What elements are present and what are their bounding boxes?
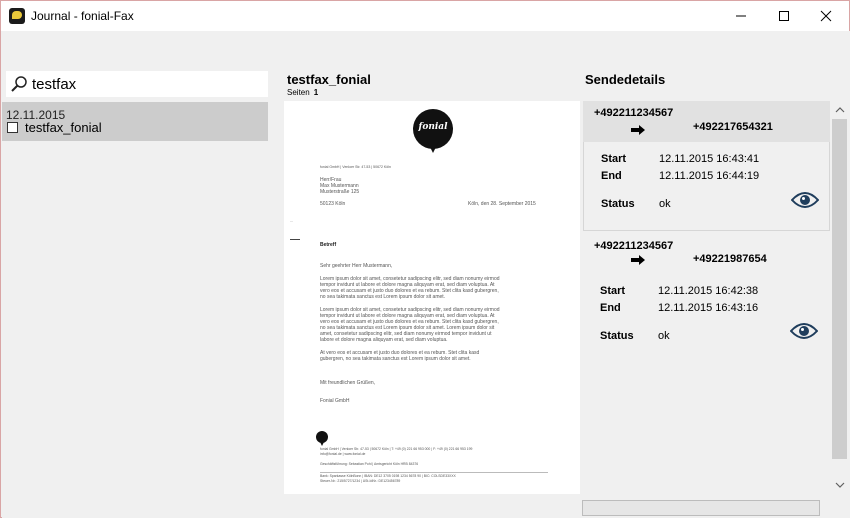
start-label: Start [600, 285, 626, 297]
letter-closing: Mit freundlichen Grüßen, [320, 380, 376, 386]
minimize-button[interactable] [718, 1, 764, 31]
scrollbar-thumb[interactable] [832, 119, 847, 459]
arrow-right-icon [631, 125, 645, 135]
para3-line-2: gubergren, no sea takimata sanctus est L… [320, 356, 471, 362]
fold-mark-label: — [290, 219, 293, 223]
end-label: End [601, 170, 622, 182]
end-label: End [600, 302, 621, 314]
minimize-icon [736, 15, 746, 17]
pages-label: Seiten [287, 88, 310, 97]
search-box[interactable] [6, 71, 268, 97]
fonial-logo-icon: fonial [413, 109, 453, 153]
send-entry-header: +492211234567 +49221987654 [583, 234, 830, 275]
footer-line-1: fonial GmbH | Venloer Str. 47-53 | 50672… [320, 447, 473, 451]
from-number: +492211234567 [594, 107, 674, 119]
app-window: Journal - fonial-Fax 12.11.2015 testfax_… [0, 0, 850, 518]
recipient-line-3: Musterstraße 125 [320, 189, 360, 195]
status-value: ok [659, 198, 671, 210]
send-entry[interactable]: +492211234567 +492217654321 Start 12.11.… [583, 101, 830, 231]
para1-line-4: no sea takimata sanctus est Lorem ipsum … [320, 294, 446, 300]
start-value: 12.11.2015 16:42:38 [658, 285, 759, 297]
status-value: ok [658, 330, 670, 342]
scroll-down-icon[interactable] [835, 481, 845, 489]
document-pages: Seiten 1 [287, 88, 318, 97]
send-entry-header: +492211234567 +492217654321 [583, 101, 830, 142]
start-value: 12.11.2015 16:43:41 [659, 153, 760, 165]
end-value: 12.11.2015 16:43:16 [658, 302, 759, 314]
from-number: +492211234567 [594, 240, 674, 252]
letter-subject: Betreff [320, 242, 337, 248]
document-preview[interactable]: fonial fonial GmbH | Venloer Str. 47-53 … [284, 101, 580, 494]
eye-icon[interactable] [790, 321, 818, 341]
logo-text: fonial [418, 122, 448, 132]
document-title: testfax_fonial [287, 72, 371, 87]
journal-item-name: testfax_fonial [25, 120, 102, 135]
footer-line-5: Steuer-Nr.: 215/5727/1234 | USt-IdNr.: D… [320, 479, 401, 483]
fonial-pin-icon [316, 431, 328, 446]
search-icon [11, 76, 27, 92]
status-label: Status [601, 198, 635, 210]
close-button[interactable] [803, 1, 849, 31]
main-content: 12.11.2015 testfax_fonial testfax_fonial… [2, 31, 850, 518]
search-input[interactable] [32, 73, 262, 95]
fold-mark [290, 239, 300, 240]
letter-greeting: Sehr geehrter Herr Mustermann, [320, 263, 393, 269]
eye-icon[interactable] [791, 190, 819, 210]
maximize-icon [779, 11, 789, 21]
footer-divider [320, 472, 548, 473]
scrollbar-track [585, 503, 817, 513]
close-icon [820, 10, 832, 22]
to-number: +492217654321 [693, 121, 773, 133]
to-number: +49221987654 [693, 253, 767, 265]
footer-line-3: Geschäftsführung: Sebastian Pohl | Amtsg… [320, 462, 419, 466]
end-value: 12.11.2015 16:44:19 [659, 170, 760, 182]
recipient-city: 50123 Köln [320, 201, 346, 207]
details-horizontal-scrollbar[interactable] [582, 500, 820, 516]
letter-signature: Fonial GmbH [320, 398, 350, 404]
footer-line-4: Bank: Sparkasse KölnBonn | IBAN: DE12 37… [320, 474, 456, 478]
para2-line-6: labore et dolore magna aliquyam erat, se… [320, 337, 448, 343]
arrow-right-icon [631, 255, 645, 265]
journal-list-item[interactable]: 12.11.2015 testfax_fonial [2, 102, 268, 141]
status-label: Status [600, 330, 634, 342]
sender-line: fonial GmbH | Venloer Str. 47-53 | 50672… [320, 165, 391, 169]
title-bar: Journal - fonial-Fax [1, 1, 849, 31]
scroll-up-icon[interactable] [835, 106, 845, 114]
start-label: Start [601, 153, 627, 165]
details-vertical-scrollbar[interactable] [831, 101, 848, 494]
send-entry-body: Start 12.11.2015 16:43:41 End 12.11.2015… [583, 142, 830, 231]
send-entry[interactable]: +492211234567 +49221987654 Start 12.11.2… [583, 234, 830, 364]
window-title: Journal - fonial-Fax [31, 9, 134, 23]
pages-count: 1 [313, 88, 319, 97]
details-title: Sendedetails [585, 72, 666, 87]
maximize-button[interactable] [761, 1, 807, 31]
app-logo-icon [9, 8, 25, 24]
footer-line-2: info@fonial.de | www.fonial.de [320, 452, 366, 456]
journal-item-checkbox[interactable] [7, 122, 18, 133]
details-list: +492211234567 +492217654321 Start 12.11.… [583, 101, 830, 494]
letter-date: Köln, den 28. September 2015 [468, 201, 536, 207]
